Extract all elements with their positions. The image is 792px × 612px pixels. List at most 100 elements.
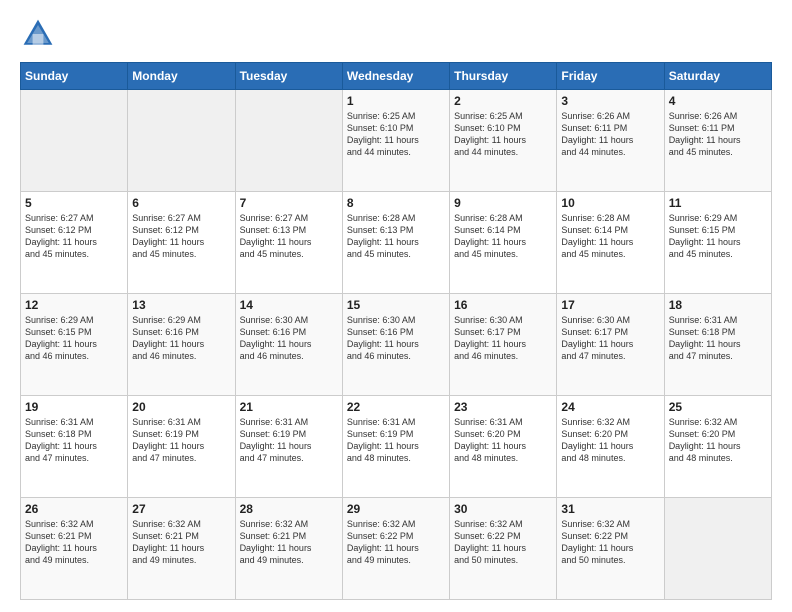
day-number: 25 xyxy=(669,400,767,414)
calendar-cell: 23 Sunrise: 6:31 AM Sunset: 6:20 PM Dayli… xyxy=(450,396,557,498)
day-info: Sunrise: 6:32 AM Sunset: 6:21 PM Dayligh… xyxy=(132,518,230,567)
day-header-sunday: Sunday xyxy=(21,63,128,90)
day-info: Sunrise: 6:32 AM Sunset: 6:21 PM Dayligh… xyxy=(25,518,123,567)
day-number: 16 xyxy=(454,298,552,312)
calendar-cell xyxy=(21,90,128,192)
calendar-header-row: SundayMondayTuesdayWednesdayThursdayFrid… xyxy=(21,63,772,90)
day-info: Sunrise: 6:32 AM Sunset: 6:21 PM Dayligh… xyxy=(240,518,338,567)
header xyxy=(20,16,772,52)
day-number: 5 xyxy=(25,196,123,210)
day-number: 18 xyxy=(669,298,767,312)
page: SundayMondayTuesdayWednesdayThursdayFrid… xyxy=(0,0,792,612)
calendar-cell: 29 Sunrise: 6:32 AM Sunset: 6:22 PM Dayli… xyxy=(342,498,449,600)
day-info: Sunrise: 6:26 AM Sunset: 6:11 PM Dayligh… xyxy=(669,110,767,159)
day-number: 4 xyxy=(669,94,767,108)
day-number: 3 xyxy=(561,94,659,108)
calendar-cell: 6 Sunrise: 6:27 AM Sunset: 6:12 PM Daylig… xyxy=(128,192,235,294)
day-number: 20 xyxy=(132,400,230,414)
day-info: Sunrise: 6:29 AM Sunset: 6:15 PM Dayligh… xyxy=(669,212,767,261)
day-number: 27 xyxy=(132,502,230,516)
day-info: Sunrise: 6:32 AM Sunset: 6:20 PM Dayligh… xyxy=(669,416,767,465)
day-header-tuesday: Tuesday xyxy=(235,63,342,90)
day-info: Sunrise: 6:27 AM Sunset: 6:13 PM Dayligh… xyxy=(240,212,338,261)
day-info: Sunrise: 6:28 AM Sunset: 6:13 PM Dayligh… xyxy=(347,212,445,261)
day-number: 24 xyxy=(561,400,659,414)
day-info: Sunrise: 6:28 AM Sunset: 6:14 PM Dayligh… xyxy=(561,212,659,261)
calendar-cell: 16Sunrise: 6:30 AM Sunset: 6:17 PM Dayli… xyxy=(450,294,557,396)
calendar-cell: 14 Sunrise: 6:30 AM Sunset: 6:16 PM Dayli… xyxy=(235,294,342,396)
day-info: Sunrise: 6:31 AM Sunset: 6:20 PM Dayligh… xyxy=(454,416,552,465)
logo-icon xyxy=(20,16,56,52)
calendar-cell: 2 Sunrise: 6:25 AM Sunset: 6:10 PM Daylig… xyxy=(450,90,557,192)
day-info: Sunrise: 6:27 AM Sunset: 6:12 PM Dayligh… xyxy=(25,212,123,261)
day-info: Sunrise: 6:30 AM Sunset: 6:16 PM Dayligh… xyxy=(240,314,338,363)
calendar-cell: 28 Sunrise: 6:32 AM Sunset: 6:21 PM Dayli… xyxy=(235,498,342,600)
calendar-cell: 21Sunrise: 6:31 AM Sunset: 6:19 PM Dayli… xyxy=(235,396,342,498)
calendar-cell: 26 Sunrise: 6:32 AM Sunset: 6:21 PM Dayli… xyxy=(21,498,128,600)
calendar-week-row: 19 Sunrise: 6:31 AM Sunset: 6:18 PM Dayli… xyxy=(21,396,772,498)
day-info: Sunrise: 6:32 AM Sunset: 6:22 PM Dayligh… xyxy=(347,518,445,567)
calendar-cell: 10 Sunrise: 6:28 AM Sunset: 6:14 PM Dayli… xyxy=(557,192,664,294)
day-number: 26 xyxy=(25,502,123,516)
day-number: 28 xyxy=(240,502,338,516)
calendar-cell: 31 Sunrise: 6:32 AM Sunset: 6:22 PM Dayli… xyxy=(557,498,664,600)
day-number: 6 xyxy=(132,196,230,210)
calendar-week-row: 26 Sunrise: 6:32 AM Sunset: 6:21 PM Dayli… xyxy=(21,498,772,600)
day-header-thursday: Thursday xyxy=(450,63,557,90)
day-info: Sunrise: 6:29 AM Sunset: 6:16 PM Dayligh… xyxy=(132,314,230,363)
calendar-cell: 5 Sunrise: 6:27 AM Sunset: 6:12 PM Daylig… xyxy=(21,192,128,294)
day-info: Sunrise: 6:28 AM Sunset: 6:14 PM Dayligh… xyxy=(454,212,552,261)
calendar-table: SundayMondayTuesdayWednesdayThursdayFrid… xyxy=(20,62,772,600)
calendar-cell: 19 Sunrise: 6:31 AM Sunset: 6:18 PM Dayli… xyxy=(21,396,128,498)
day-number: 31 xyxy=(561,502,659,516)
day-number: 14 xyxy=(240,298,338,312)
day-info: Sunrise: 6:32 AM Sunset: 6:22 PM Dayligh… xyxy=(454,518,552,567)
calendar-cell xyxy=(235,90,342,192)
calendar-cell: 4 Sunrise: 6:26 AM Sunset: 6:11 PM Daylig… xyxy=(664,90,771,192)
day-number: 22 xyxy=(347,400,445,414)
day-number: 11 xyxy=(669,196,767,210)
calendar-cell xyxy=(128,90,235,192)
day-number: 1 xyxy=(347,94,445,108)
calendar-cell xyxy=(664,498,771,600)
day-number: 2 xyxy=(454,94,552,108)
calendar-cell: 22 Sunrise: 6:31 AM Sunset: 6:19 PM Dayli… xyxy=(342,396,449,498)
day-number: 12 xyxy=(25,298,123,312)
calendar-cell: 24Sunrise: 6:32 AM Sunset: 6:20 PM Dayli… xyxy=(557,396,664,498)
calendar-cell: 17Sunrise: 6:30 AM Sunset: 6:17 PM Dayli… xyxy=(557,294,664,396)
day-number: 21 xyxy=(240,400,338,414)
day-number: 10 xyxy=(561,196,659,210)
calendar-cell: 11 Sunrise: 6:29 AM Sunset: 6:15 PM Dayli… xyxy=(664,192,771,294)
day-info: Sunrise: 6:25 AM Sunset: 6:10 PM Dayligh… xyxy=(454,110,552,159)
day-info: Sunrise: 6:31 AM Sunset: 6:18 PM Dayligh… xyxy=(25,416,123,465)
calendar-cell: 12 Sunrise: 6:29 AM Sunset: 6:15 PM Dayli… xyxy=(21,294,128,396)
day-number: 9 xyxy=(454,196,552,210)
day-header-monday: Monday xyxy=(128,63,235,90)
calendar-cell: 30Sunrise: 6:32 AM Sunset: 6:22 PM Dayli… xyxy=(450,498,557,600)
day-info: Sunrise: 6:29 AM Sunset: 6:15 PM Dayligh… xyxy=(25,314,123,363)
day-number: 15 xyxy=(347,298,445,312)
calendar-week-row: 12 Sunrise: 6:29 AM Sunset: 6:15 PM Dayli… xyxy=(21,294,772,396)
day-info: Sunrise: 6:27 AM Sunset: 6:12 PM Dayligh… xyxy=(132,212,230,261)
day-number: 13 xyxy=(132,298,230,312)
day-info: Sunrise: 6:32 AM Sunset: 6:22 PM Dayligh… xyxy=(561,518,659,567)
day-number: 17 xyxy=(561,298,659,312)
day-info: Sunrise: 6:31 AM Sunset: 6:19 PM Dayligh… xyxy=(132,416,230,465)
logo xyxy=(20,16,60,52)
day-number: 23 xyxy=(454,400,552,414)
calendar-week-row: 5 Sunrise: 6:27 AM Sunset: 6:12 PM Daylig… xyxy=(21,192,772,294)
calendar-cell: 13 Sunrise: 6:29 AM Sunset: 6:16 PM Dayli… xyxy=(128,294,235,396)
day-info: Sunrise: 6:31 AM Sunset: 6:18 PM Dayligh… xyxy=(669,314,767,363)
calendar-cell: 9 Sunrise: 6:28 AM Sunset: 6:14 PM Daylig… xyxy=(450,192,557,294)
calendar-cell: 20 Sunrise: 6:31 AM Sunset: 6:19 PM Dayli… xyxy=(128,396,235,498)
day-info: Sunrise: 6:31 AM Sunset: 6:19 PM Dayligh… xyxy=(347,416,445,465)
calendar-cell: 8 Sunrise: 6:28 AM Sunset: 6:13 PM Daylig… xyxy=(342,192,449,294)
day-header-saturday: Saturday xyxy=(664,63,771,90)
calendar-week-row: 1 Sunrise: 6:25 AM Sunset: 6:10 PM Daylig… xyxy=(21,90,772,192)
day-number: 8 xyxy=(347,196,445,210)
day-info: Sunrise: 6:26 AM Sunset: 6:11 PM Dayligh… xyxy=(561,110,659,159)
day-number: 29 xyxy=(347,502,445,516)
calendar-cell: 1Sunrise: 6:25 AM Sunset: 6:10 PM Daylig… xyxy=(342,90,449,192)
calendar-cell: 7Sunrise: 6:27 AM Sunset: 6:13 PM Daylig… xyxy=(235,192,342,294)
day-number: 19 xyxy=(25,400,123,414)
